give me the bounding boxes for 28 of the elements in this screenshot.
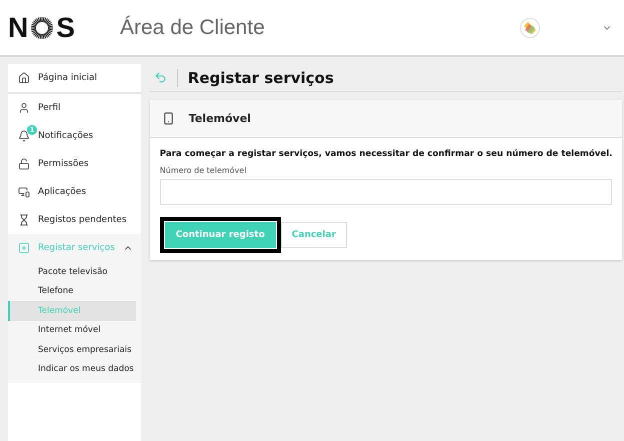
card-title: Telemóvel — [188, 112, 251, 125]
sidebar-item[interactable]: Aplicações — [8, 178, 141, 206]
sidebar-subitem[interactable]: Internet móvel — [8, 320, 136, 340]
field-label: Número de telemóvel — [160, 166, 248, 175]
home-icon — [18, 72, 30, 84]
avatar-icon[interactable] — [520, 18, 540, 38]
sidebar-subitem[interactable]: Indicar os meus dados — [8, 360, 136, 379]
devices-icon — [18, 186, 30, 198]
hourglass-icon — [18, 214, 30, 226]
sidebar-subitem[interactable]: Pacote televisão — [8, 262, 136, 282]
page-title: Registar serviços — [176, 68, 334, 86]
unlocked-padlock-icon — [18, 158, 30, 170]
sidebar-item[interactable]: Perfil — [8, 94, 141, 122]
smartphone-icon — [162, 112, 175, 125]
sidebar-item[interactable]: Registos pendentes — [8, 206, 141, 234]
portal-title: Área de Cliente — [120, 16, 266, 40]
user-icon — [18, 102, 30, 114]
sidebar-item[interactable]: Página inicial — [8, 64, 141, 94]
add-square-icon — [18, 242, 30, 254]
intro-text: Para começar a registar serviços, vamos necessitar de confirmar o seu número de telemóvel. — [160, 149, 612, 159]
logo-letter: N — [8, 12, 28, 44]
sidebar-subitem[interactable]: Telefone — [8, 282, 136, 301]
sidebar-subitem[interactable]: Serviços empresariais — [8, 340, 136, 360]
sidebar-item[interactable]: Permissões — [8, 150, 141, 178]
logo-letter: S — [56, 12, 75, 44]
bell-icon — [18, 130, 30, 142]
back-arrow-icon[interactable] — [154, 71, 167, 84]
phone-number-field[interactable] — [160, 179, 612, 205]
